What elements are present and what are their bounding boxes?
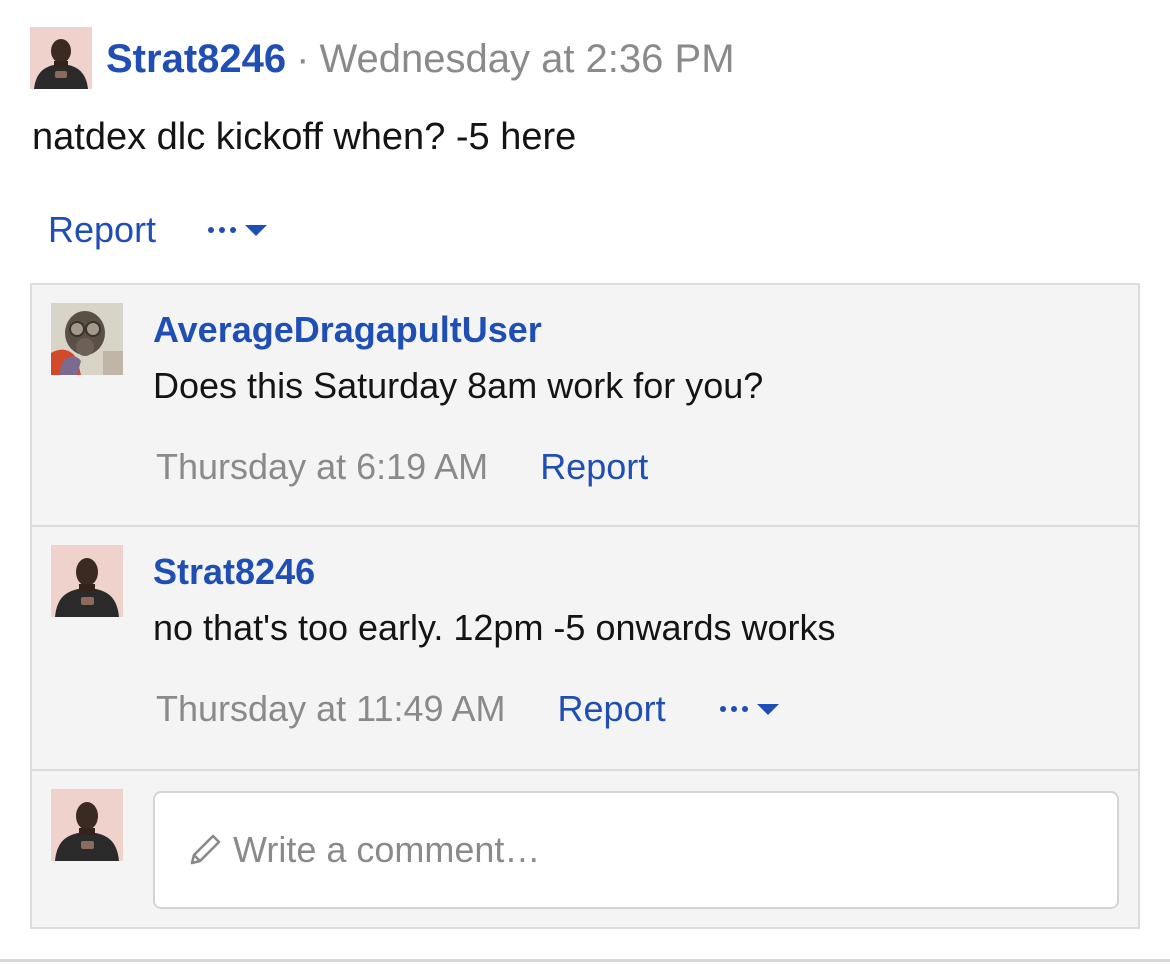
header-separator: ·	[296, 36, 310, 81]
comment-more-options-button[interactable]	[719, 703, 779, 715]
post-author-link[interactable]: Strat8246	[106, 37, 286, 82]
comment-timestamp[interactable]: Thursday at 6:19 AM	[156, 446, 488, 488]
comment-report-link[interactable]: Report	[558, 688, 666, 730]
post-more-options-button[interactable]	[208, 224, 268, 236]
comment-timestamp[interactable]: Thursday at 11:49 AM	[156, 688, 506, 730]
user-avatar-icon	[51, 789, 123, 861]
user-avatar-icon	[30, 27, 92, 89]
comment-author-link[interactable]: AverageDragapultUser	[153, 309, 542, 351]
comment-input[interactable]: Write a comment…	[153, 791, 1119, 909]
pencil-icon	[190, 834, 221, 865]
post-timestamp[interactable]: Wednesday at 2:36 PM	[319, 37, 734, 82]
comment-author-link[interactable]: Strat8246	[153, 551, 315, 593]
chevron-down-icon	[756, 703, 779, 715]
comment-item: AverageDragapultUser Does this Saturday …	[32, 285, 1138, 527]
chevron-down-icon	[245, 224, 268, 236]
comment-report-link[interactable]: Report	[540, 446, 648, 488]
conversation-page: Strat8246 · Wednesday at 2:36 PM natdex …	[0, 0, 1170, 964]
comment-text: Does this Saturday 8am work for you?	[153, 365, 764, 406]
post-author-avatar[interactable]	[30, 27, 92, 89]
comment-text: no that's too early. 12pm -5 onwards wor…	[153, 607, 836, 648]
current-user-avatar	[51, 789, 123, 861]
comment-meta: Thursday at 11:49 AM Report	[156, 687, 779, 731]
user-avatar-icon	[51, 545, 123, 617]
more-options-icon	[719, 706, 748, 712]
gasmask-avatar-icon	[51, 303, 123, 375]
bottom-divider	[0, 959, 1170, 962]
comments-panel: AverageDragapultUser Does this Saturday …	[30, 283, 1140, 929]
post-body-text: natdex dlc kickoff when? -5 here	[32, 116, 577, 158]
comment-item: Strat8246 no that's too early. 12pm -5 o…	[32, 527, 1138, 771]
comment-author-avatar[interactable]	[51, 545, 123, 617]
new-comment-row: Write a comment…	[32, 771, 1138, 927]
post-header: Strat8246 · Wednesday at 2:36 PM	[106, 34, 735, 84]
comment-input-placeholder: Write a comment…	[233, 829, 541, 870]
post-report-link[interactable]: Report	[48, 209, 156, 251]
comment-meta: Thursday at 6:19 AM Report	[156, 445, 648, 489]
comment-author-avatar[interactable]	[51, 303, 123, 375]
more-options-icon	[208, 227, 237, 233]
post-actions: Report	[48, 206, 268, 254]
